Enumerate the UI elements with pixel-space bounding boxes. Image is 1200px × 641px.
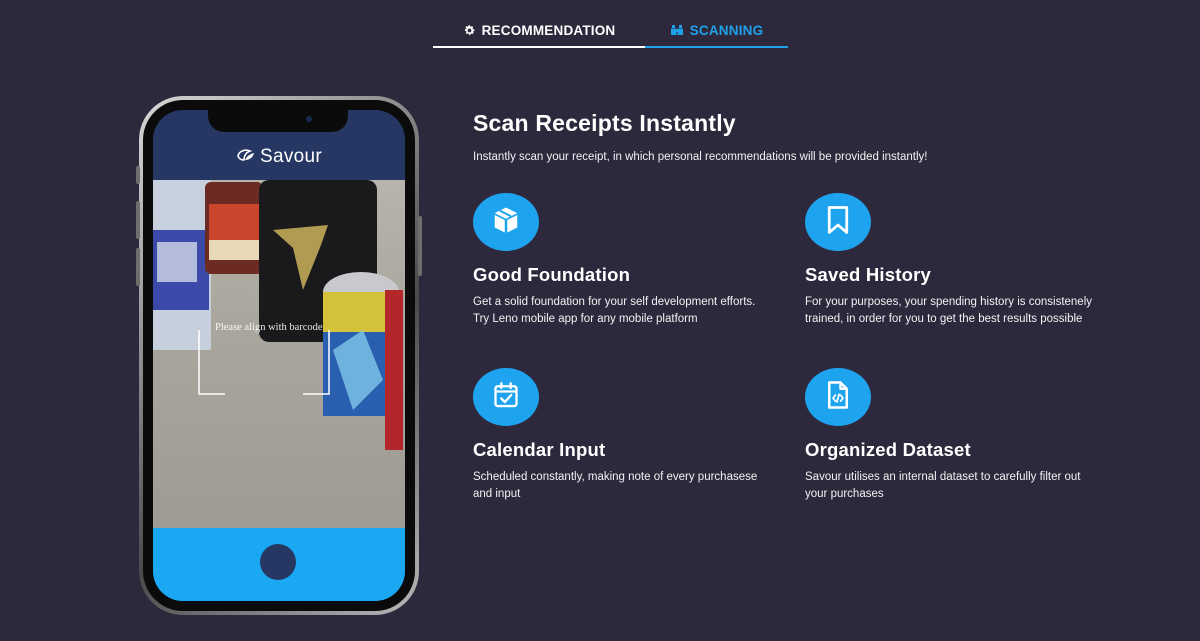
camera-hint-text: Please align with barcode xyxy=(215,322,323,333)
phone-notch xyxy=(208,110,348,132)
feature-icon-circle xyxy=(473,368,539,426)
phone-volume-down xyxy=(136,248,140,286)
feature-icon-circle xyxy=(473,193,539,251)
app-title: Savour xyxy=(259,146,322,167)
tab-recommendation-label: RECOMMENDATION xyxy=(481,22,616,38)
tab-recommendation[interactable]: RECOMMENDATION xyxy=(433,18,645,48)
gear-icon xyxy=(463,24,476,37)
savour-logo-icon xyxy=(236,147,256,168)
box-icon xyxy=(491,205,521,240)
feature-title: Organized Dataset xyxy=(805,439,971,460)
binoculars-icon xyxy=(670,24,684,36)
phone-screen: Savour Please align with barcode xyxy=(153,110,405,601)
tab-scanning-label: SCANNING xyxy=(689,22,764,38)
feature-description: Savour utilises an internal dataset to c… xyxy=(805,471,1081,500)
camera-control-bar xyxy=(153,528,405,601)
section-subtitle: Instantly scan your receipt, in which pe… xyxy=(473,151,928,163)
feature-description: For your purposes, your spending history… xyxy=(805,296,1093,325)
feature-description: Scheduled constantly, making note of eve… xyxy=(473,471,758,500)
tab-scanning[interactable]: SCANNING xyxy=(645,18,788,48)
feature-description: Get a solid foundation for your self dev… xyxy=(473,296,756,325)
feature-title: Calendar Input xyxy=(473,439,606,460)
feature-saved-history: Saved History For your purposes, your sp… xyxy=(805,193,1095,328)
feature-title: Good Foundation xyxy=(473,264,631,285)
phone-volume-up xyxy=(136,201,140,239)
feature-calendar-input: Calendar Input Scheduled constantly, mak… xyxy=(473,368,763,503)
camera-scene xyxy=(153,180,403,450)
phone-mockup: Savour Please align with barcode xyxy=(136,96,422,615)
feature-organized-dataset: Organized Dataset Savour utilises an int… xyxy=(805,368,1095,503)
file-code-icon xyxy=(825,380,851,415)
feature-good-foundation: Good Foundation Get a solid foundation f… xyxy=(473,193,763,328)
phone-power-button xyxy=(418,216,422,276)
tab-bar: RECOMMENDATION SCANNING xyxy=(433,18,788,48)
camera-preview: Please align with barcode xyxy=(153,180,405,536)
phone-bezel: Savour Please align with barcode xyxy=(143,100,415,611)
feature-title: Saved History xyxy=(805,264,931,285)
section-title: Scan Receipts Instantly xyxy=(473,110,736,136)
calendar-check-icon xyxy=(492,381,520,414)
capture-button[interactable] xyxy=(260,544,296,580)
feature-icon-circle xyxy=(805,368,871,426)
phone-mute-switch xyxy=(136,166,140,184)
bookmark-icon xyxy=(825,205,851,240)
feature-icon-circle xyxy=(805,193,871,251)
